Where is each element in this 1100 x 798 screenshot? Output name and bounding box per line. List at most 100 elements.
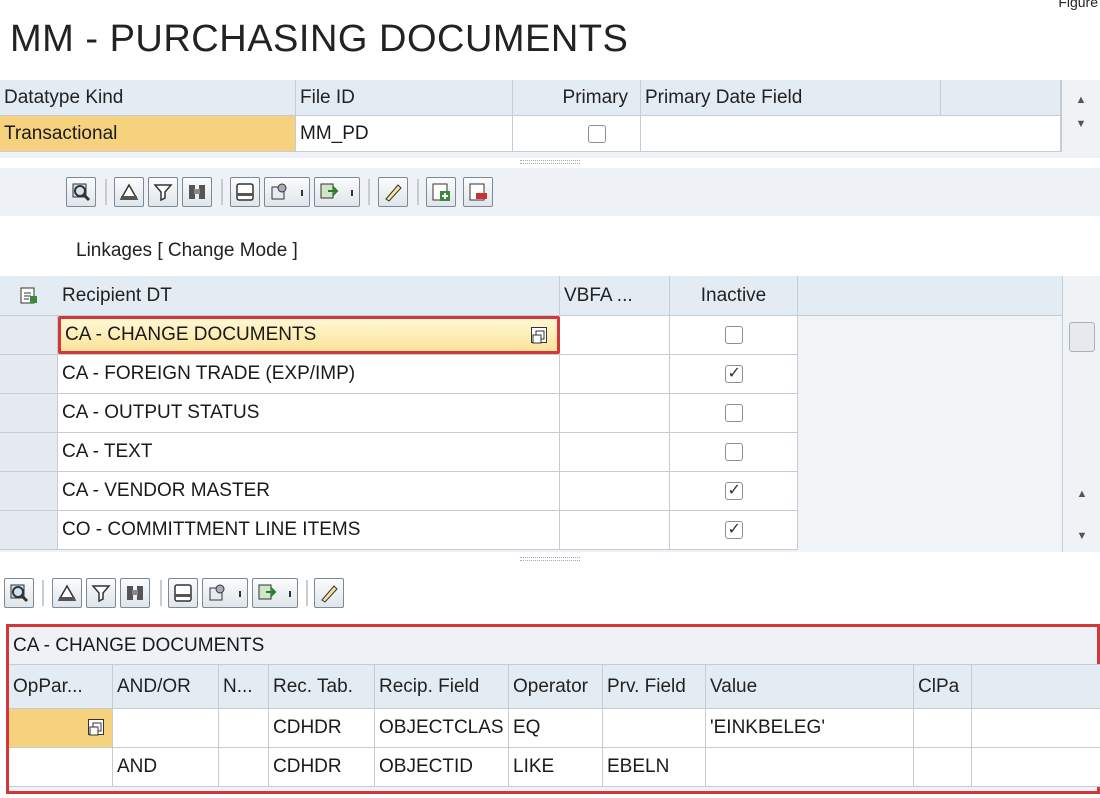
vbfa-cell[interactable]: [560, 511, 670, 549]
scroll-up-icon[interactable]: ▲: [1071, 484, 1093, 504]
export-icon[interactable]: [314, 177, 360, 207]
table-cell[interactable]: [9, 709, 113, 747]
row-selector[interactable]: [0, 433, 58, 471]
vbfa-cell[interactable]: [560, 316, 670, 354]
column-header-inactive[interactable]: Inactive: [670, 276, 798, 315]
table-cell[interactable]: [914, 748, 972, 786]
select-all-icon[interactable]: [0, 276, 58, 315]
table-row[interactable]: CA - OUTPUT STATUS: [0, 394, 798, 433]
inactive-checkbox[interactable]: [724, 443, 743, 461]
table-cell[interactable]: AND: [113, 748, 219, 786]
column-header[interactable]: Rec. Tab.: [269, 665, 375, 708]
vbfa-cell[interactable]: [560, 472, 670, 510]
column-header-primary-date-field[interactable]: Primary Date Field: [641, 80, 941, 115]
column-header[interactable]: OpPar...: [9, 665, 113, 708]
find-icon[interactable]: [182, 177, 212, 207]
filter-icon[interactable]: [148, 177, 178, 207]
print-icon[interactable]: [52, 578, 82, 608]
table-cell[interactable]: [113, 709, 219, 747]
value-help-icon[interactable]: [531, 327, 547, 344]
column-header-primary[interactable]: Primary: [513, 80, 641, 115]
export-icon[interactable]: [252, 578, 298, 608]
scroll-thumb[interactable]: [1069, 322, 1095, 352]
inactive-checkbox[interactable]: [724, 480, 743, 500]
column-header[interactable]: AND/OR: [113, 665, 219, 708]
row-selector[interactable]: [0, 394, 58, 432]
column-header[interactable]: Prv. Field: [603, 665, 706, 708]
print-preview-icon[interactable]: [168, 578, 198, 608]
recipient-dt-cell[interactable]: CA - FOREIGN TRADE (EXP/IMP): [58, 355, 560, 393]
table-row[interactable]: CA - CHANGE DOCUMENTS: [0, 316, 798, 355]
inactive-cell[interactable]: [670, 511, 798, 549]
details-icon[interactable]: [66, 177, 96, 207]
inactive-cell[interactable]: [670, 433, 798, 471]
inactive-cell[interactable]: [670, 472, 798, 510]
layout-icon[interactable]: [202, 578, 248, 608]
edit-pen-icon[interactable]: [378, 177, 408, 207]
table-cell[interactable]: [219, 709, 269, 747]
edit-pen-icon[interactable]: [314, 578, 344, 608]
inactive-cell[interactable]: [670, 394, 798, 432]
row-selector[interactable]: [0, 511, 58, 549]
table-cell[interactable]: 'EINKBELEG': [706, 709, 914, 747]
recipient-dt-cell[interactable]: CA - OUTPUT STATUS: [58, 394, 560, 432]
file-id-cell[interactable]: MM_PD: [296, 116, 513, 151]
primary-date-field-cell[interactable]: [641, 116, 1061, 151]
primary-cell[interactable]: [513, 116, 641, 151]
table-cell[interactable]: LIKE: [509, 748, 603, 786]
table-row[interactable]: Transactional MM_PD: [0, 116, 1100, 152]
table-cell[interactable]: [9, 748, 113, 786]
layout-icon[interactable]: [264, 177, 310, 207]
table-row[interactable]: CA - FOREIGN TRADE (EXP/IMP): [0, 355, 798, 394]
column-header[interactable]: ClPa: [914, 665, 972, 708]
table-cell[interactable]: [603, 709, 706, 747]
filter-icon[interactable]: [86, 578, 116, 608]
vertical-scrollbar[interactable]: ▲ ▼: [1061, 80, 1100, 152]
table-cell[interactable]: EBELN: [603, 748, 706, 786]
scroll-down-icon[interactable]: ▼: [1070, 114, 1092, 134]
column-header-datatype-kind[interactable]: Datatype Kind: [0, 80, 296, 115]
splitter-handle[interactable]: [520, 160, 580, 164]
splitter-handle[interactable]: [520, 557, 580, 561]
recipient-dt-cell[interactable]: CO - COMMITTMENT LINE ITEMS: [58, 511, 560, 549]
table-cell[interactable]: OBJECTCLAS: [375, 709, 509, 747]
table-row[interactable]: CO - COMMITTMENT LINE ITEMS: [0, 511, 798, 550]
scroll-down-icon[interactable]: ▼: [1071, 526, 1093, 546]
row-selector[interactable]: [0, 472, 58, 510]
vbfa-cell[interactable]: [560, 433, 670, 471]
inactive-cell[interactable]: [670, 316, 798, 354]
column-header-recipient-dt[interactable]: Recipient DT: [58, 276, 560, 315]
table-cell[interactable]: [914, 709, 972, 747]
table-cell[interactable]: OBJECTID: [375, 748, 509, 786]
vbfa-cell[interactable]: [560, 394, 670, 432]
table-row[interactable]: AND CDHDR OBJECTID LIKE EBELN: [9, 748, 1100, 787]
column-header[interactable]: Operator: [509, 665, 603, 708]
table-cell[interactable]: [219, 748, 269, 786]
table-row[interactable]: CA - TEXT: [0, 433, 798, 472]
column-header-file-id[interactable]: File ID: [296, 80, 513, 115]
inactive-checkbox[interactable]: [724, 326, 743, 344]
column-header[interactable]: N...: [219, 665, 269, 708]
recipient-dt-cell[interactable]: CA - VENDOR MASTER: [58, 472, 560, 510]
value-help-icon[interactable]: [88, 719, 104, 736]
primary-checkbox[interactable]: [587, 124, 606, 143]
inactive-checkbox[interactable]: [724, 519, 743, 539]
delete-row-icon[interactable]: [463, 177, 493, 207]
table-cell[interactable]: CDHDR: [269, 709, 375, 747]
column-header[interactable]: Recip. Field: [375, 665, 509, 708]
print-preview-icon[interactable]: [230, 177, 260, 207]
column-header[interactable]: Value: [706, 665, 914, 708]
datatype-kind-cell[interactable]: Transactional: [0, 116, 296, 151]
inactive-cell[interactable]: [670, 355, 798, 393]
find-icon[interactable]: [120, 578, 150, 608]
recipient-dt-cell[interactable]: CA - CHANGE DOCUMENTS: [58, 316, 560, 354]
table-cell[interactable]: EQ: [509, 709, 603, 747]
column-header-vbfa[interactable]: VBFA ...: [560, 276, 670, 315]
print-icon[interactable]: [114, 177, 144, 207]
row-selector[interactable]: [0, 316, 58, 354]
table-row[interactable]: CDHDR OBJECTCLAS EQ 'EINKBELEG': [9, 709, 1100, 748]
details-icon[interactable]: [4, 578, 34, 608]
inactive-checkbox[interactable]: [724, 363, 743, 383]
insert-row-icon[interactable]: [426, 177, 456, 207]
table-row[interactable]: CA - VENDOR MASTER: [0, 472, 798, 511]
